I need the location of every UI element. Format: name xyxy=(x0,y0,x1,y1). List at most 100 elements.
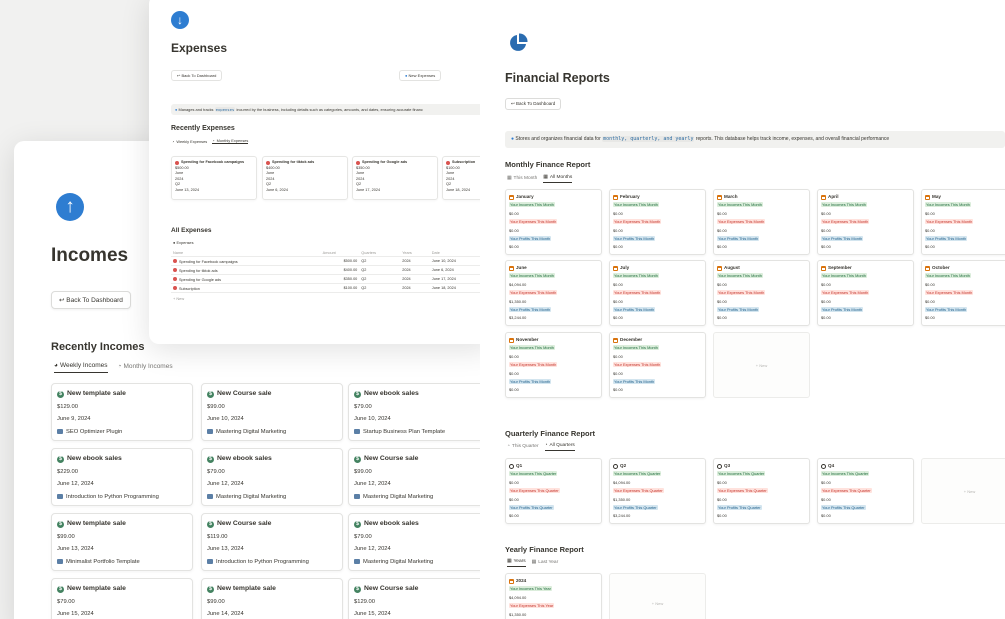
cell-quarter-text: Q2 xyxy=(361,277,367,281)
book-icon xyxy=(354,559,360,565)
tab-label: Last Year xyxy=(538,559,559,565)
tab-weekly-incomes[interactable]: ◕ Weekly Incomes xyxy=(54,362,108,373)
income-label: Your Incomes This Quarter xyxy=(509,471,558,477)
new-quarter-card[interactable]: + New xyxy=(921,458,1005,524)
pie-chart-icon xyxy=(510,33,528,51)
dollar-icon: $ xyxy=(207,390,214,398)
new-expenses-button[interactable]: ● New Expenses xyxy=(399,70,442,81)
income-label-row: Your Incomes This Month xyxy=(821,201,910,209)
expense-label-row: Your Expenses This Quarter xyxy=(821,487,910,495)
table-row[interactable]: Spending for Google ads $350.00 Q2 2024 June… xyxy=(171,274,491,284)
cell-amount-text: $350.00 xyxy=(343,277,358,281)
income-card[interactable]: $ New ebook sales $79.00 June 10, 2024 Start… xyxy=(348,383,490,441)
income-product-name: SEO Optimizer Plugin xyxy=(66,428,123,435)
month-card[interactable]: November Your Incomes This Month $0.00 Your… xyxy=(505,332,602,398)
income-date: June 13, 2024 xyxy=(57,546,94,552)
new-year-card[interactable]: + New xyxy=(609,573,706,619)
income-card[interactable]: $ New Course sale $99.00 June 12, 2024 Maste… xyxy=(348,448,490,506)
income-card[interactable]: $ New template sale $79.00 June 15, 2024 xyxy=(51,578,193,619)
year-card[interactable]: 2024 Your Incomes This Year $4,094.00 Yo… xyxy=(505,573,602,619)
quarter-card[interactable]: Q3 Your Incomes This Quarter $0.00 Your Exp… xyxy=(713,458,810,524)
income-card[interactable]: $ New ebook sales $79.00 June 12, 2024 Maste… xyxy=(348,513,490,571)
tab-all-quarters[interactable]: ◔ All Quarters xyxy=(544,443,575,451)
month-card[interactable]: June Your Incomes This Month $4,094.00 Your… xyxy=(505,260,602,326)
calendar-icon: ▦ xyxy=(531,559,537,565)
clock-icon: ◕ xyxy=(54,362,58,369)
income-card[interactable]: $ New Course sale $99.00 June 10, 2024 Maste… xyxy=(201,383,343,441)
expense-label-row: Your Expenses This Month xyxy=(509,218,598,226)
tab-weekly-expenses[interactable]: ◔ Weekly Expenses xyxy=(172,138,207,144)
table-row[interactable]: Subscription $100.00 Q2 2024 June 18, 2024 xyxy=(171,283,491,293)
expense-icon xyxy=(266,160,270,165)
tab-label: All Quarters xyxy=(549,443,575,448)
tab-this-quarter[interactable]: ◔ This Quarter xyxy=(507,443,539,451)
quarterly-report-title: Quarterly Finance Report xyxy=(505,429,596,438)
expense-card[interactable]: Spending for tiktok ads $400.00 June 2024 Q2… xyxy=(262,156,348,200)
back-to-dashboard-button[interactable]: ↩ Back To Dashboard xyxy=(51,291,131,309)
month-card[interactable]: May Your Incomes This Month $0.00 Your Expe… xyxy=(921,189,1005,255)
month-card[interactable]: August Your Incomes This Month $0.00 Your E… xyxy=(713,260,810,326)
new-row-button[interactable]: + New xyxy=(173,296,184,301)
year-expense: $1,350.00 xyxy=(509,611,527,617)
new-month-card[interactable]: + New xyxy=(713,332,810,398)
table-row[interactable]: Spending for Facebook campaigns $500.00 Q2… xyxy=(171,256,491,266)
month-card[interactable]: September Your Incomes This Month $0.00 You… xyxy=(817,260,914,326)
profit-label: Your Profits This Month xyxy=(821,236,864,242)
dollar-icon: $ xyxy=(57,390,64,398)
income-card[interactable]: $ New ebook sales $79.00 June 12, 2024 Maste… xyxy=(201,448,343,506)
profit-label-row: Your Profits This Month xyxy=(925,306,1005,314)
expense-card[interactable]: Spending for Google ads $350.00 June 2024 Q2… xyxy=(352,156,438,200)
income-card-title-row: $ New Course sale xyxy=(354,583,484,596)
dollar-icon: $ xyxy=(207,585,214,593)
cell-name: Spending for Facebook campaigns xyxy=(171,256,321,266)
quarter-name: Q3 xyxy=(724,463,731,468)
income-label: Your Incomes This Month xyxy=(925,273,971,279)
income-card[interactable]: $ New template sale $99.00 June 13, 2024 Min… xyxy=(51,513,193,571)
quarter-card[interactable]: Q4 Your Incomes This Quarter $0.00 Your Exp… xyxy=(817,458,914,524)
month-card[interactable]: December Your Incomes This Month $0.00 Your… xyxy=(609,332,706,398)
table-row[interactable]: Spending for tiktok ads $400.00 Q2 2024 June… xyxy=(171,265,491,275)
income-title: New template sale xyxy=(67,585,126,592)
income-date: June 13, 2024 xyxy=(207,546,244,552)
income-label-row: Your Incomes This Month xyxy=(613,201,702,209)
tab-last-year[interactable]: ▦ Last Year xyxy=(532,559,559,567)
month-card[interactable]: March Your Incomes This Month $0.00 Your Ex… xyxy=(713,189,810,255)
tab-monthly-expenses[interactable]: ◔ Monthly Expenses xyxy=(212,138,249,144)
month-expense: $0.00 xyxy=(613,298,623,304)
profit-label: Your Profits This Month xyxy=(509,307,552,313)
month-card[interactable]: July Your Incomes This Month $0.00 Your Exp… xyxy=(609,260,706,326)
month-card[interactable]: April Your Incomes This Month $0.00 Your Ex… xyxy=(817,189,914,255)
back-to-dashboard-button[interactable]: ↩ Back To Dashboard xyxy=(171,70,223,81)
tab-this-month[interactable]: ▦ This Month xyxy=(507,175,537,183)
month-card-title-row: May xyxy=(925,193,1005,201)
month-card[interactable]: October Your Incomes This Month $0.00 Your … xyxy=(921,260,1005,326)
plus-circle-icon: ● xyxy=(405,73,408,78)
income-label: Your Incomes This Month xyxy=(613,345,659,351)
income-label: Your Incomes This Month xyxy=(925,202,971,208)
recent-incomes-title: Recently Incomes xyxy=(51,341,145,353)
income-label-row: Your Incomes This Month xyxy=(509,201,598,209)
profit-label: Your Profits This Month xyxy=(509,236,552,242)
quarter-card[interactable]: Q1 Your Incomes This Quarter $0.00 Your Exp… xyxy=(505,458,602,524)
income-card[interactable]: $ New Course sale $129.00 June 15, 2024 xyxy=(348,578,490,619)
month-card[interactable]: January Your Incomes This Month $0.00 Your … xyxy=(505,189,602,255)
yearly-report-title: Yearly Finance Report xyxy=(505,545,584,554)
profit-label-row: Your Profits This Quarter xyxy=(821,504,910,512)
expense-label: Your Expenses This Month xyxy=(717,219,766,225)
quarter-card[interactable]: Q2 Your Incomes This Quarter $4,094.00 Your… xyxy=(609,458,706,524)
tab-monthly-incomes[interactable]: ◔ Monthly Incomes xyxy=(118,362,173,373)
income-card-title-row: $ New ebook sales xyxy=(207,453,337,466)
income-card[interactable]: $ New template sale $129.00 June 9, 2024 SEO… xyxy=(51,383,193,441)
income-card[interactable]: $ New Course sale $119.00 June 13, 2024 Intr… xyxy=(201,513,343,571)
back-to-dashboard-button[interactable]: ↩ Back To Dashboard xyxy=(505,98,562,110)
cell-amount: $400.00 xyxy=(320,265,360,275)
tab-all-months[interactable]: ▦ All Months xyxy=(543,175,573,183)
expense-card[interactable]: Spending for Facebook campaigns $500.00 Ju… xyxy=(171,156,257,200)
tab-years[interactable]: ▦ Years xyxy=(507,559,526,567)
month-profit: $0.00 xyxy=(613,315,623,321)
profit-label: Your Profits This Month xyxy=(821,307,864,313)
calendar-icon xyxy=(509,578,514,584)
income-card[interactable]: $ New ebook sales $229.00 June 12, 2024 Intr… xyxy=(51,448,193,506)
month-card[interactable]: February Your Incomes This Month $0.00 Your… xyxy=(609,189,706,255)
income-card[interactable]: $ New template sale $99.00 June 14, 2024 xyxy=(201,578,343,619)
